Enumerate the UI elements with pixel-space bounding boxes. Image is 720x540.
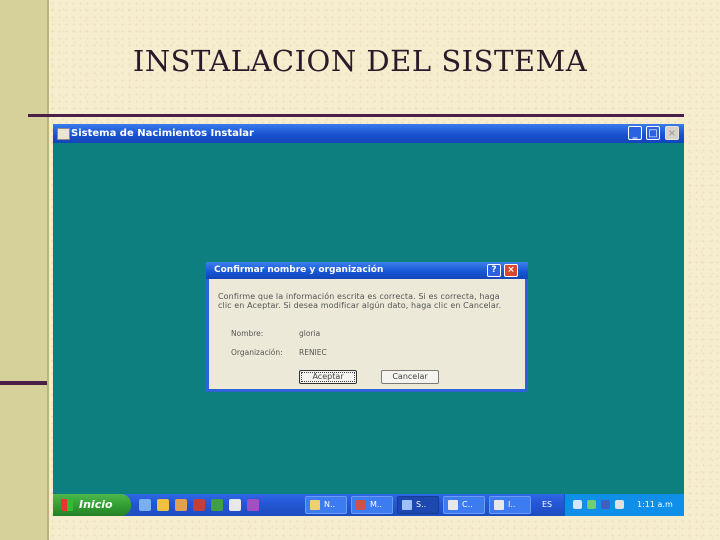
windows-flag-icon bbox=[61, 499, 73, 511]
quicklaunch-word-icon[interactable] bbox=[229, 499, 241, 511]
organization-value: RENIEC bbox=[299, 348, 327, 357]
quicklaunch-media-icon[interactable] bbox=[175, 499, 187, 511]
name-value: gloria bbox=[299, 329, 321, 338]
language-indicator[interactable]: ES bbox=[542, 494, 552, 516]
task-label-3: S.. bbox=[416, 500, 427, 509]
task-button-1[interactable]: N.. bbox=[305, 496, 347, 514]
clock[interactable]: 1:11 a.m bbox=[637, 494, 673, 516]
cancel-button[interactable]: Cancelar bbox=[381, 370, 439, 384]
task-button-5[interactable]: I.. bbox=[489, 496, 531, 514]
task-label-1: N.. bbox=[324, 500, 336, 509]
connection-icon[interactable] bbox=[601, 500, 610, 509]
slide-title: INSTALACION DEL SISTEMA bbox=[132, 44, 588, 78]
desktop-screenshot: Sistema de Nacimientos Instalar _ □ × Co… bbox=[53, 124, 684, 516]
quicklaunch-desktop-icon[interactable] bbox=[139, 499, 151, 511]
accept-button[interactable]: Aceptar bbox=[299, 370, 357, 384]
minimize-button[interactable]: _ bbox=[628, 126, 642, 140]
maximize-button[interactable]: □ bbox=[646, 126, 660, 140]
start-label: Inicio bbox=[79, 498, 113, 511]
window-titlebar: Sistema de Nacimientos Instalar _ □ × bbox=[53, 124, 684, 143]
window-icon bbox=[494, 500, 504, 510]
dialog-message: Confirme que la información escrita es c… bbox=[218, 292, 502, 310]
quicklaunch-app-icon[interactable] bbox=[193, 499, 205, 511]
task-label-4: C.. bbox=[462, 500, 473, 509]
slide-left-rule bbox=[0, 381, 47, 385]
window-title: Sistema de Nacimientos Instalar bbox=[71, 128, 254, 139]
window-icon bbox=[448, 500, 458, 510]
network-icon[interactable] bbox=[573, 500, 582, 509]
taskbar: Inicio N.. M.. S.. C.. I.. ES 1:11 a.m bbox=[53, 494, 684, 516]
name-label: Nombre: bbox=[231, 329, 264, 338]
system-tray: 1:11 a.m bbox=[564, 494, 684, 516]
app-icon bbox=[356, 500, 366, 510]
dialog-title: Confirmar nombre y organización bbox=[214, 265, 384, 275]
quicklaunch-excel-icon[interactable] bbox=[211, 499, 223, 511]
folder-icon bbox=[310, 500, 320, 510]
app-window-icon bbox=[57, 128, 70, 140]
volume-icon[interactable] bbox=[615, 500, 624, 509]
confirm-dialog: Confirmar nombre y organización ? × Conf… bbox=[206, 262, 528, 392]
slide-title-rule bbox=[28, 114, 684, 117]
dialog-close-button[interactable]: × bbox=[504, 264, 518, 277]
close-button[interactable]: × bbox=[665, 126, 679, 140]
task-label-5: I.. bbox=[508, 500, 516, 509]
task-button-4[interactable]: C.. bbox=[443, 496, 485, 514]
quicklaunch-notepad-icon[interactable] bbox=[247, 499, 259, 511]
task-label-2: M.. bbox=[370, 500, 382, 509]
task-button-2[interactable]: M.. bbox=[351, 496, 393, 514]
start-button[interactable]: Inicio bbox=[53, 494, 131, 516]
security-icon[interactable] bbox=[587, 500, 596, 509]
slide-sidebar-strip bbox=[0, 0, 49, 540]
setup-icon bbox=[402, 500, 412, 510]
help-button[interactable]: ? bbox=[487, 264, 501, 277]
organization-label: Organización: bbox=[231, 348, 283, 357]
quicklaunch-explorer-icon[interactable] bbox=[157, 499, 169, 511]
dialog-titlebar: Confirmar nombre y organización ? × bbox=[206, 262, 528, 279]
task-button-3[interactable]: S.. bbox=[397, 496, 439, 514]
